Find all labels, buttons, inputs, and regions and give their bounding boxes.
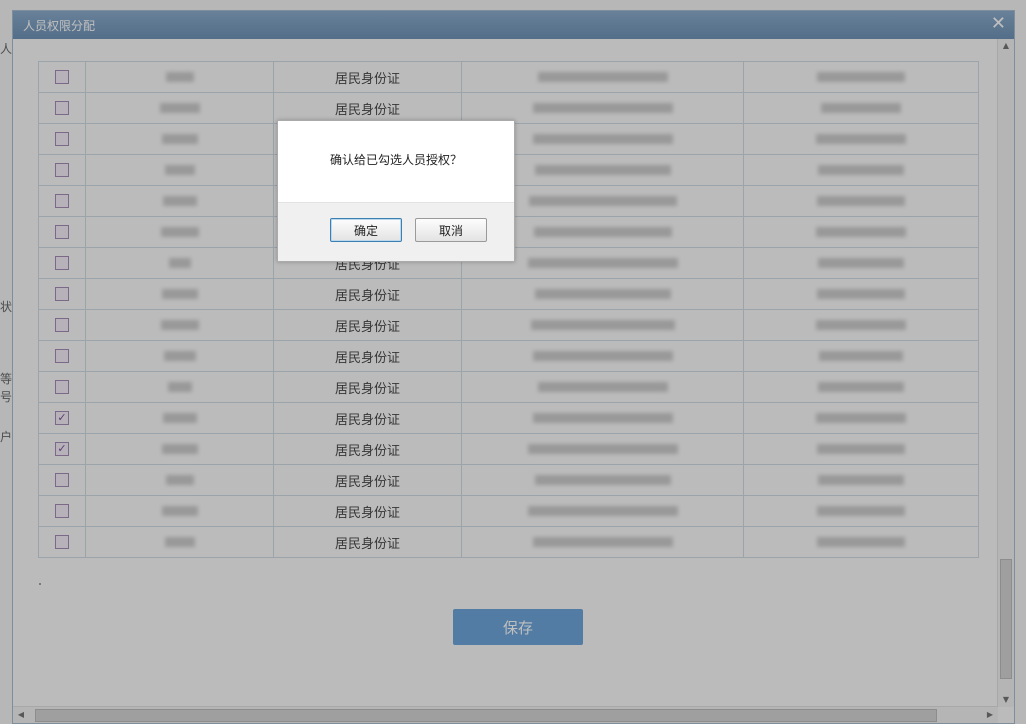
confirm-ok-button[interactable]: 确定: [330, 218, 402, 242]
confirm-message: 确认给已勾选人员授权？: [329, 153, 462, 167]
confirm-cancel-button[interactable]: 取消: [415, 218, 487, 242]
modal-overlay: [0, 0, 1026, 724]
confirm-footer: 确定 取消: [278, 202, 514, 261]
confirm-dialog: 确认给已勾选人员授权？ 确定 取消: [277, 120, 515, 262]
